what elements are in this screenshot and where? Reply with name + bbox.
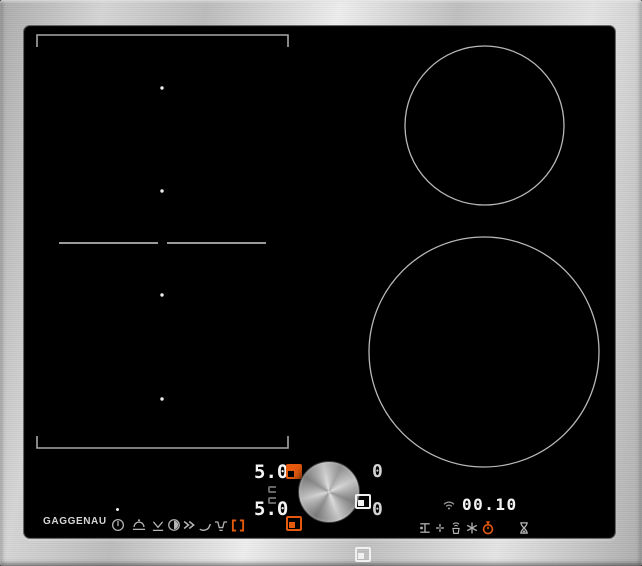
power-indicator-dot xyxy=(116,508,119,511)
stopwatch-icon[interactable] xyxy=(480,520,496,536)
wifi-icon xyxy=(441,497,457,513)
keep-warm-icon[interactable] xyxy=(131,516,147,532)
flex-zone-marker-dots xyxy=(160,86,164,401)
snowflake-icon[interactable] xyxy=(464,520,480,536)
boost-icon[interactable] xyxy=(181,517,197,533)
glass-surface: GAGGENAU 5.0 5.0 0 0 00.10 xyxy=(24,26,615,562)
auto-cook-icon[interactable] xyxy=(166,517,182,533)
frying-sensor-icon[interactable] xyxy=(197,517,213,533)
melt-icon[interactable] xyxy=(150,517,166,533)
flex-zone-left-outline xyxy=(36,34,289,449)
flex-link-indicator-top xyxy=(268,486,276,493)
cookware-signal-icon[interactable] xyxy=(448,520,464,536)
zone-back-left-level-display: 5.0 xyxy=(254,461,289,483)
induction-cooktop: GAGGENAU 5.0 5.0 0 0 00.10 xyxy=(0,0,642,566)
teppanyaki-icon[interactable] xyxy=(213,517,229,533)
zone-back-right-select-key[interactable] xyxy=(355,494,371,509)
zone-front-left-select-key[interactable] xyxy=(286,516,302,531)
zone-front-left-level-display: 5.0 xyxy=(254,498,289,520)
zone-back-right-outline xyxy=(404,45,565,206)
fan-icon[interactable] xyxy=(432,520,448,536)
hourglass-icon[interactable] xyxy=(516,520,532,536)
pan-transfer-icon[interactable] xyxy=(417,520,433,536)
zone-back-left-select-key[interactable] xyxy=(286,464,302,479)
zone-front-right-outline xyxy=(368,236,600,468)
zone-front-right-level-display: 0 xyxy=(372,499,383,520)
power-icon[interactable] xyxy=(110,517,126,533)
brand-logo: GAGGENAU xyxy=(43,516,107,527)
twist-pad-knob[interactable] xyxy=(298,461,360,523)
zone-back-right-level-display: 0 xyxy=(372,461,383,482)
zone-front-right-select-key[interactable] xyxy=(355,547,371,562)
flex-zone-icon[interactable] xyxy=(230,517,246,533)
timer-display: 00.10 xyxy=(462,495,518,514)
